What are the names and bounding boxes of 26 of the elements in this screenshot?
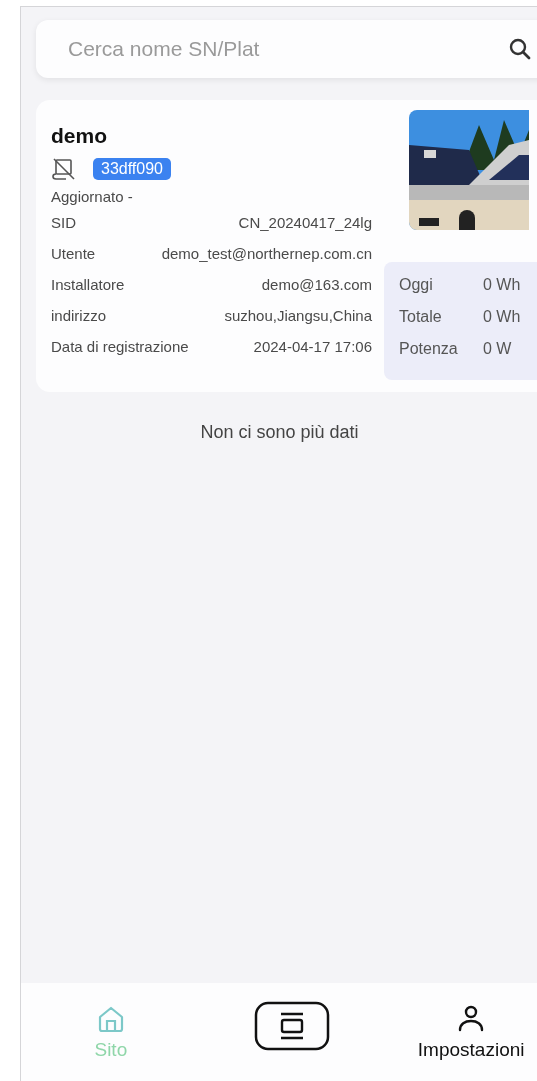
field-value: CN_20240417_24lg: [237, 213, 372, 233]
field-label: indirizzo: [51, 306, 107, 326]
site-card[interactable]: [36, 100, 537, 392]
field-value: demo_test@northernep.com.cn: [160, 244, 372, 264]
nav-tab[interactable]: Impostazioni: [382, 983, 537, 1061]
stat-label: Totale: [399, 308, 443, 326]
field-label: Data di registrazione: [51, 337, 189, 357]
field-value: 2024-04-17 17:06: [252, 337, 372, 357]
stat-value: 0 W: [483, 340, 512, 358]
stat-label: Oggi: [399, 276, 434, 294]
stat-label: Potenza: [399, 340, 459, 358]
field-label: Utente: [51, 244, 96, 264]
panel-icon: [253, 1001, 330, 1051]
end-of-list-text: Non ci sono più dati: [199, 422, 360, 443]
search-icon[interactable]: [508, 37, 532, 61]
search-field[interactable]: Cerca nome SN/Plat: [36, 20, 537, 78]
field-label: Installatore: [51, 275, 125, 295]
updated-text: Aggiornato -: [51, 188, 134, 205]
site-name: demo: [51, 124, 108, 148]
field-label: SID: [51, 213, 76, 233]
field-value: suzhou,Jiangsu,China: [223, 306, 372, 326]
device-tag: 33dff090: [93, 158, 171, 180]
stat-value: 0 Wh: [483, 276, 521, 294]
stat-value: 0 Wh: [483, 308, 521, 326]
search-input[interactable]: Cerca nome SN/Plat: [66, 36, 508, 62]
field-value: demo@163.com: [260, 275, 372, 295]
